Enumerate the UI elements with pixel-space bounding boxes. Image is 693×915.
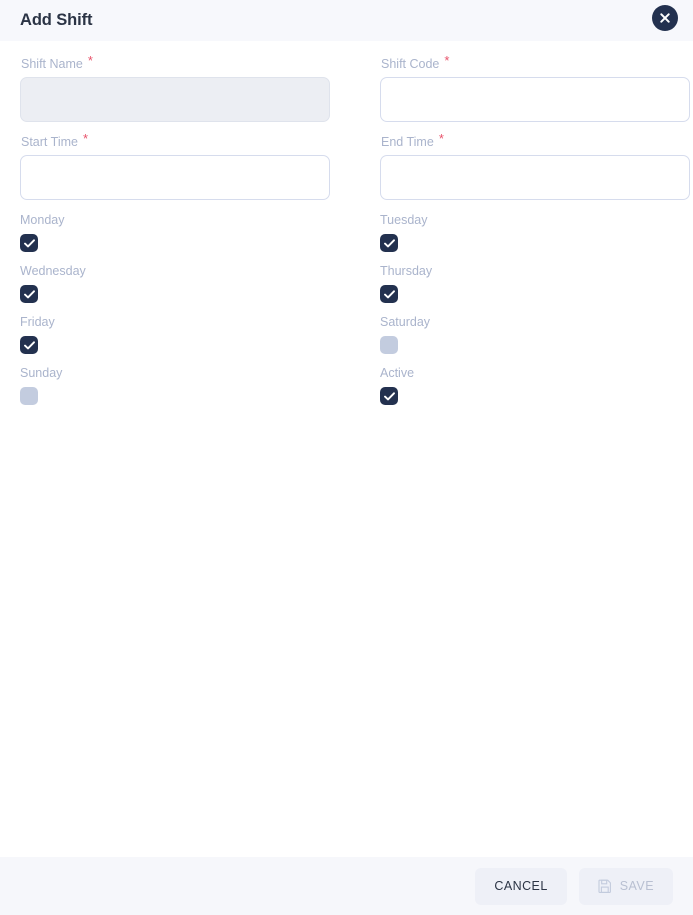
dialog-header: Add Shift [0,0,693,41]
field-tuesday: Tuesday [380,213,690,252]
checkbox-tuesday[interactable] [380,234,398,252]
checkbox-active[interactable] [380,387,398,405]
label-monday: Monday [20,213,65,227]
label-thursday: Thursday [380,264,433,278]
save-button-label: SAVE [619,879,654,893]
end-time-input[interactable] [380,155,690,200]
field-wednesday: Wednesday [20,264,360,303]
label-end-time: End Time * [380,132,690,149]
label-saturday: Saturday [380,315,431,329]
checkbox-sunday[interactable] [20,387,38,405]
shift-form: Shift Name * Shift Code * Start Time * E… [20,54,690,417]
label-friday: Friday [20,315,55,329]
label-text: Shift Code [381,57,440,71]
field-saturday: Saturday [380,315,690,354]
field-start-time: Start Time * [20,132,360,200]
checkbox-friday[interactable] [20,336,38,354]
checkbox-wednesday[interactable] [20,285,38,303]
field-shift-name: Shift Name * [20,54,360,122]
shift-name-input[interactable] [20,77,330,122]
add-shift-dialog: Add Shift Shift Name * Shift Code * Star… [0,0,693,915]
checkbox-thursday[interactable] [380,285,398,303]
check-icon [383,238,395,248]
field-active: Active [380,366,690,405]
page-title: Add Shift [20,11,93,30]
field-sunday: Sunday [20,366,360,405]
required-asterisk: * [444,53,450,68]
required-asterisk: * [438,131,444,146]
label-text: Shift Name [21,57,83,71]
start-time-input[interactable] [20,155,330,200]
required-asterisk: * [82,131,89,146]
dialog-footer: CANCEL SAVE [0,857,693,915]
checkbox-monday[interactable] [20,234,38,252]
field-monday: Monday [20,213,360,252]
save-button[interactable]: SAVE [578,867,673,905]
field-shift-code: Shift Code * [380,54,690,122]
label-tuesday: Tuesday [380,213,428,227]
label-sunday: Sunday [20,366,63,380]
check-icon [23,340,35,350]
check-icon [383,289,395,299]
field-end-time: End Time * [380,132,690,200]
field-friday: Friday [20,315,360,354]
label-shift-name: Shift Name * [20,54,360,71]
label-text: Start Time [21,135,78,149]
close-icon [660,13,670,23]
label-start-time: Start Time * [20,132,360,149]
check-icon [23,289,35,299]
label-wednesday: Wednesday [20,264,86,278]
check-icon [383,391,395,401]
close-button[interactable] [652,5,678,31]
save-disk-icon [598,879,612,893]
check-icon [23,238,35,248]
label-text: End Time [381,135,434,149]
label-shift-code: Shift Code * [380,54,690,71]
cancel-button[interactable]: CANCEL [475,867,567,905]
dialog-body: Shift Name * Shift Code * Start Time * E… [0,41,693,857]
shift-code-input[interactable] [380,77,690,122]
checkbox-saturday[interactable] [380,336,398,354]
cancel-button-label: CANCEL [494,879,548,893]
required-asterisk: * [87,53,93,68]
field-thursday: Thursday [380,264,690,303]
label-active: Active [380,366,415,380]
